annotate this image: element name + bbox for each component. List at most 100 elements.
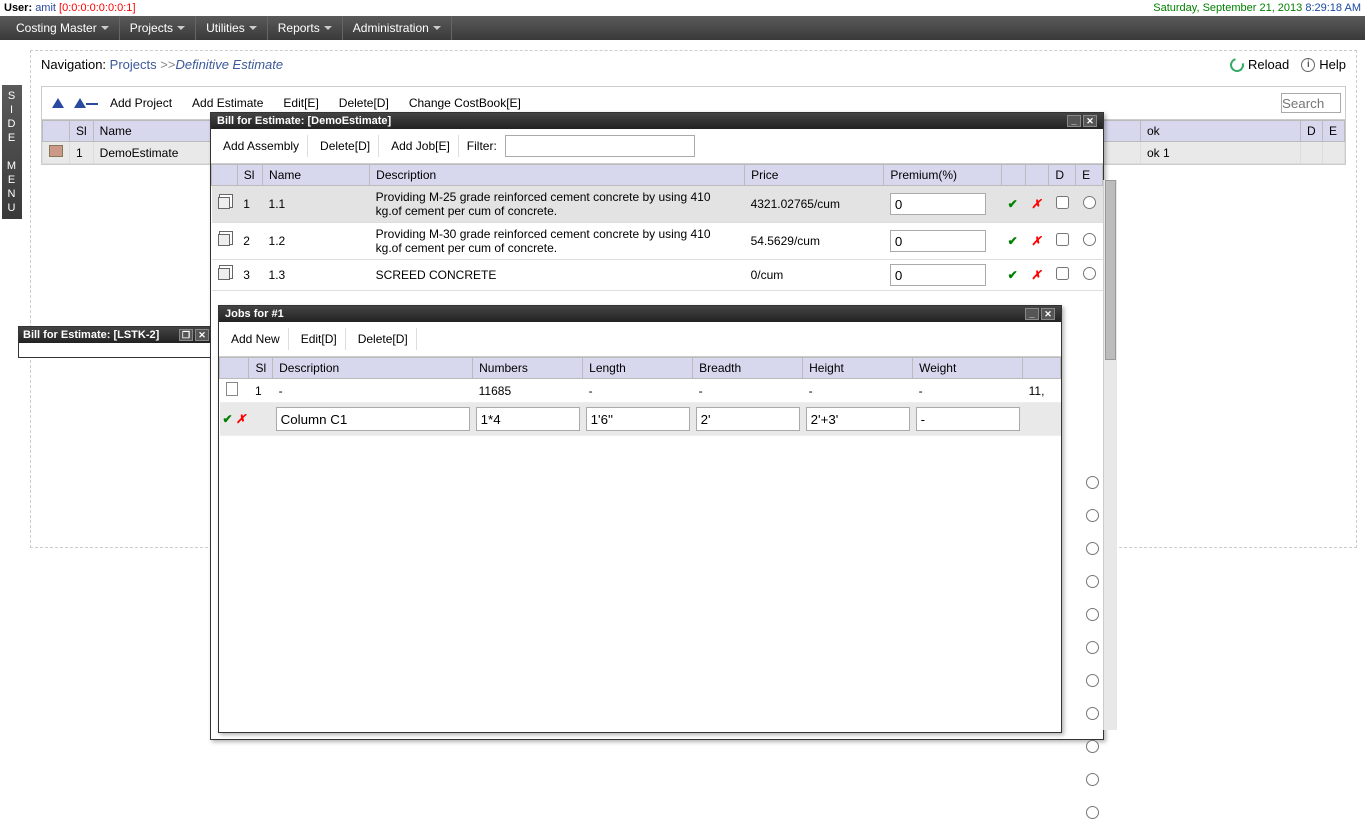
col-name[interactable]: Name	[263, 165, 370, 186]
col-breadth[interactable]: Breadth	[693, 358, 803, 379]
jobs-edit-button[interactable]: Edit[D]	[293, 328, 346, 350]
job-height-input[interactable]	[806, 407, 910, 431]
minimize-icon[interactable]: _	[1025, 308, 1039, 320]
side-menu-tab[interactable]: SIDEMENU	[2, 85, 22, 219]
row-e-radio[interactable]	[1083, 267, 1096, 280]
jobs-window-title: Jobs for #1	[225, 308, 284, 320]
row-e-radio[interactable]	[1086, 608, 1099, 621]
table-row[interactable]: 1 1.1 Providing M-25 grade reinforced ce…	[212, 186, 1103, 223]
job-length-input[interactable]	[586, 407, 690, 431]
breadcrumb-projects-link[interactable]: Projects	[110, 57, 157, 72]
row-e-radio[interactable]	[1086, 806, 1099, 819]
col-numbers[interactable]: Numbers	[473, 358, 583, 379]
bill-delete-button[interactable]: Delete[D]	[312, 135, 379, 157]
close-icon[interactable]: ✕	[195, 329, 209, 341]
job-breadth-input[interactable]	[696, 407, 800, 431]
col-sl[interactable]: Sl	[237, 165, 262, 186]
search-input[interactable]	[1281, 93, 1341, 113]
col-description[interactable]: Description	[273, 358, 473, 379]
col-d[interactable]: D	[1049, 165, 1076, 186]
check-icon[interactable]: ✔	[1008, 234, 1018, 248]
x-icon[interactable]: ✗	[1031, 197, 1041, 211]
change-costbook-button[interactable]: Change CostBook[E]	[401, 92, 529, 114]
col-price[interactable]: Price	[745, 165, 884, 186]
add-project-button[interactable]: Add Project	[102, 92, 180, 114]
check-icon[interactable]: ✔	[1008, 268, 1018, 282]
filter-input[interactable]	[505, 135, 695, 157]
close-icon[interactable]: ✕	[1041, 308, 1055, 320]
job-numbers-input[interactable]	[476, 407, 580, 431]
job-weight-input[interactable]	[916, 407, 1020, 431]
user-ip: 0:0:0:0:0:0:0:1	[62, 2, 132, 14]
breadcrumb: Navigation: Projects >>Definitive Estima…	[41, 57, 283, 72]
col-description[interactable]: Description	[370, 165, 745, 186]
menu-reports[interactable]: Reports	[268, 16, 343, 40]
job-desc-input[interactable]	[276, 407, 470, 431]
premium-input[interactable]	[890, 193, 986, 215]
table-row[interactable]: 2 1.2 Providing M-30 grade reinforced ce…	[212, 223, 1103, 260]
vertical-scrollbar[interactable]	[1103, 180, 1117, 730]
row-e-radio[interactable]	[1086, 707, 1099, 720]
row-e-radio[interactable]	[1083, 233, 1096, 246]
menu-administration[interactable]: Administration	[343, 16, 452, 40]
row-e-radio[interactable]	[1086, 476, 1099, 489]
table-row[interactable]: 1 - 11685 - - - - 11,	[220, 379, 1061, 403]
row-e-radio[interactable]	[1086, 509, 1099, 522]
col-e[interactable]: E	[1076, 165, 1103, 186]
edit-button[interactable]: Edit[E]	[275, 92, 326, 114]
col-sl[interactable]: Sl	[70, 121, 94, 142]
menu-costing-master[interactable]: Costing Master	[6, 16, 120, 40]
add-estimate-button[interactable]: Add Estimate	[184, 92, 271, 114]
user-name: amit	[35, 2, 56, 14]
folder-icon	[49, 145, 63, 157]
row-e-radio[interactable]	[1086, 740, 1099, 753]
home-up-button[interactable]	[46, 91, 70, 115]
row-d-checkbox[interactable]	[1056, 267, 1069, 280]
delete-button[interactable]: Delete[D]	[331, 92, 397, 114]
col-length[interactable]: Length	[583, 358, 693, 379]
row-e-radio[interactable]	[1086, 773, 1099, 786]
help-button[interactable]: iHelp	[1301, 57, 1346, 72]
row-d-checkbox[interactable]	[1056, 196, 1069, 209]
row-e-radio[interactable]	[1086, 641, 1099, 654]
job-edit-row: ✔ ✗	[220, 403, 1061, 436]
add-job-button[interactable]: Add Job[E]	[383, 135, 459, 157]
restore-icon[interactable]: ❐	[179, 329, 193, 341]
check-icon[interactable]: ✔	[223, 412, 233, 426]
col-sl[interactable]: Sl	[249, 358, 273, 379]
row-e-radio[interactable]	[1086, 575, 1099, 588]
breadcrumb-current[interactable]: Definitive Estimate	[175, 57, 283, 72]
premium-input[interactable]	[890, 264, 986, 286]
premium-input[interactable]	[890, 230, 986, 252]
col-height[interactable]: Height	[803, 358, 913, 379]
copy-icon[interactable]	[218, 197, 230, 209]
row-e-radio[interactable]	[1086, 542, 1099, 555]
x-icon[interactable]: ✗	[1031, 234, 1041, 248]
x-icon[interactable]: ✗	[236, 412, 246, 426]
table-row[interactable]: 3 1.3 SCREED CONCRETE 0/cum ✔ ✗	[212, 260, 1103, 291]
menu-utilities[interactable]: Utilities	[196, 16, 268, 40]
jobs-add-new-button[interactable]: Add New	[223, 328, 289, 350]
row-d-checkbox[interactable]	[1056, 233, 1069, 246]
row-e-radio[interactable]	[1086, 674, 1099, 687]
col-e[interactable]: E	[1323, 121, 1345, 142]
lstk2-mini-window[interactable]: Bill for Estimate: [LSTK-2] ❐ ✕	[18, 326, 214, 358]
menu-projects[interactable]: Projects	[120, 16, 196, 40]
reload-button[interactable]: Reload	[1230, 57, 1289, 72]
col-d[interactable]: D	[1301, 121, 1323, 142]
minimize-icon[interactable]: _	[1067, 115, 1081, 127]
caret-down-icon	[324, 26, 332, 30]
col-weight[interactable]: Weight	[913, 358, 1023, 379]
copy-icon[interactable]	[218, 234, 230, 246]
row-e-radio[interactable]	[1083, 196, 1096, 209]
close-icon[interactable]: ✕	[1083, 115, 1097, 127]
filter-label: Filter:	[463, 139, 501, 153]
col-premium[interactable]: Premium(%)	[884, 165, 1002, 186]
jobs-delete-button[interactable]: Delete[D]	[350, 328, 417, 350]
parent-up-button[interactable]	[74, 91, 98, 115]
col-book[interactable]: ok	[1141, 121, 1301, 142]
check-icon[interactable]: ✔	[1008, 197, 1018, 211]
copy-icon[interactable]	[218, 268, 230, 280]
x-icon[interactable]: ✗	[1031, 268, 1041, 282]
add-assembly-button[interactable]: Add Assembly	[215, 135, 308, 157]
